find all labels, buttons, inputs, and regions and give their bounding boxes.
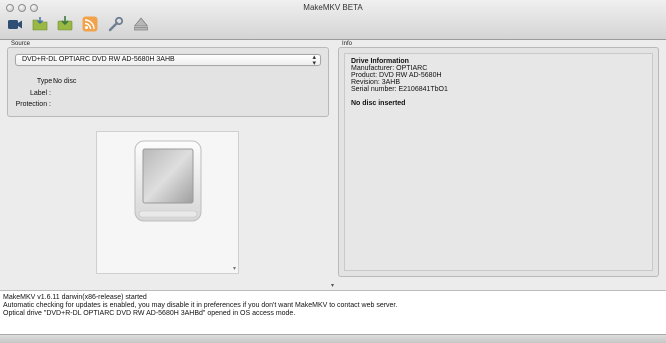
type-value: No disc xyxy=(53,78,77,85)
window-titlebar: MakeMKV BETA xyxy=(0,0,666,40)
protection-label: Protection : xyxy=(15,101,51,108)
disc-status-text: No disc inserted xyxy=(351,100,406,107)
select-arrows-icon: ▴ ▾ xyxy=(312,54,316,67)
window-bottom-bar xyxy=(0,334,666,343)
log-line: MakeMKV v1.6.11 darwin(x86-release) star… xyxy=(3,294,147,301)
open-disc-button[interactable] xyxy=(5,14,25,34)
wrench-icon xyxy=(108,16,124,32)
eject-button[interactable] xyxy=(131,14,151,34)
info-group: Drive Information Manufacturer: OPTIARC … xyxy=(338,47,659,277)
video-camera-icon xyxy=(8,20,22,29)
manufacturer-text: Manufacturer: OPTIARC xyxy=(351,65,428,72)
save-to-disk-icon xyxy=(57,16,73,31)
disc-image-panel: ▾ xyxy=(96,131,239,274)
revision-text: Revision: 3AHB xyxy=(351,79,401,86)
log-output[interactable]: MakeMKV v1.6.11 darwin(x86-release) star… xyxy=(0,290,666,334)
label-label: Label : xyxy=(29,90,51,97)
type-label: Type : xyxy=(36,78,56,85)
splitter-handle-icon[interactable]: ▾ xyxy=(331,282,334,289)
source-group: DVD+R-DL OPTIARC DVD RW AD-5680H 3AHB ▴ ▾… xyxy=(7,47,329,117)
preferences-button[interactable] xyxy=(106,14,126,34)
drive-info-heading: Drive Information xyxy=(351,58,409,65)
rss-stream-icon xyxy=(82,16,98,32)
resize-handle-icon[interactable]: ▾ xyxy=(233,265,236,272)
info-panel: Drive Information Manufacturer: OPTIARC … xyxy=(344,53,653,271)
log-line: Automatic checking for updates is enable… xyxy=(3,302,398,309)
drive-select-value: DVD+R-DL OPTIARC DVD RW AD-5680H 3AHB xyxy=(22,56,175,63)
drive-select[interactable]: DVD+R-DL OPTIARC DVD RW AD-5680H 3AHB ▴ ▾ xyxy=(15,54,321,67)
drive-disc-icon xyxy=(134,140,202,222)
log-line: Optical drive "DVD+R-DL OPTIARC DVD RW A… xyxy=(3,310,296,317)
open-files-button[interactable] xyxy=(30,14,50,34)
backup-button[interactable] xyxy=(55,14,75,34)
eject-icon xyxy=(133,17,149,31)
open-folder-icon xyxy=(32,17,48,31)
window-title: MakeMKV BETA xyxy=(303,3,363,12)
serial-text: Serial number: E2106841TbO1 xyxy=(351,86,448,93)
product-text: Product: DVD RW AD-5680H xyxy=(351,72,442,79)
stream-button[interactable] xyxy=(80,14,100,34)
